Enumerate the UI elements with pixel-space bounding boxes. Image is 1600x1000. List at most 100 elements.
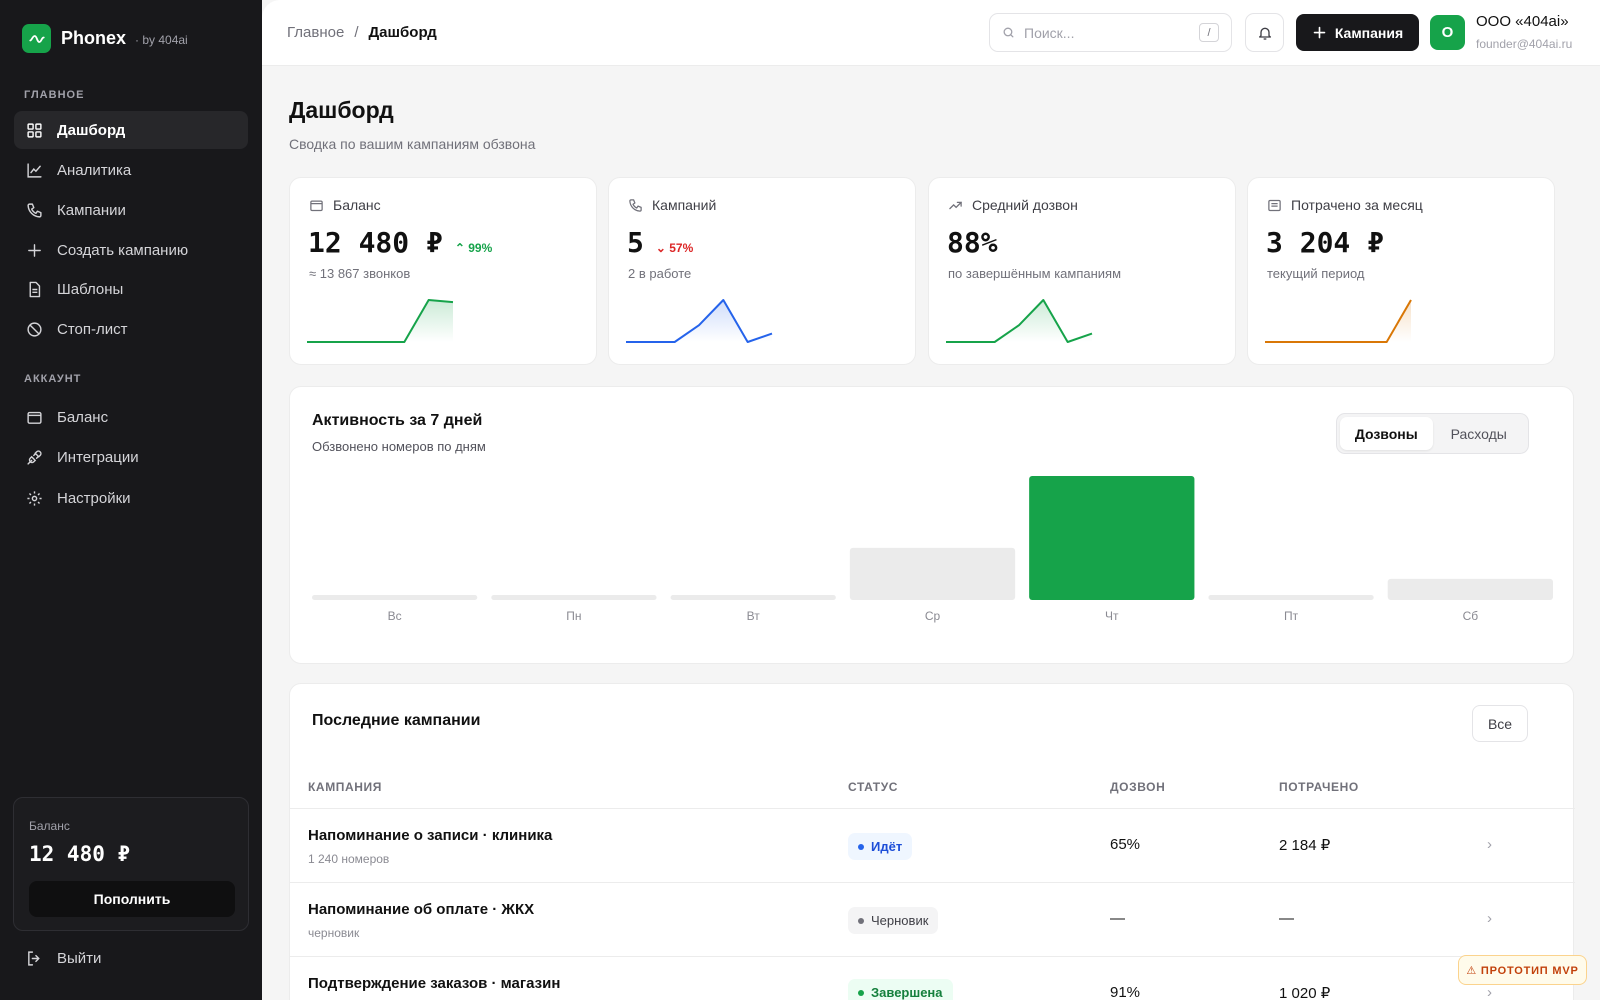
section-label-main: ГЛАВНОЕ xyxy=(24,89,85,101)
chart-bar[interactable] xyxy=(1029,476,1195,600)
chevron-right-icon[interactable]: › xyxy=(1487,836,1492,853)
gear-icon xyxy=(27,490,42,506)
stat-card-value: 5 ⌄ 57% xyxy=(627,226,693,259)
stat-card-balance: Баланс 12 480 ₽ ⌃ 99% ≈ 13 867 звонков xyxy=(289,177,597,365)
stat-card-spent: Потрачено за месяц 3 204 ₽ текущий перио… xyxy=(1247,177,1555,365)
org-email: founder@404ai.ru xyxy=(1476,37,1573,51)
chart-bar[interactable] xyxy=(1387,578,1553,600)
stat-card-note: 2 в работе xyxy=(628,266,692,281)
status-badge: Черновик xyxy=(848,907,939,934)
stat-delta-text: 99% xyxy=(468,241,493,255)
sparkline-spent xyxy=(1265,299,1412,343)
tab-expenses[interactable]: Расходы xyxy=(1433,417,1526,450)
brand-name: Phonex xyxy=(61,28,127,48)
chart-bar[interactable] xyxy=(1208,595,1374,600)
page-subtitle: Сводка по вашим кампаниям обзвона xyxy=(289,136,536,152)
sparkline-area xyxy=(626,300,772,342)
chart-tick-label: Пт xyxy=(1284,609,1299,623)
section-label-account: АККАУНТ xyxy=(24,373,82,385)
add-campaign-button[interactable]: Кампания xyxy=(1296,14,1419,51)
breadcrumb-root[interactable]: Главное xyxy=(287,24,344,41)
chart-bar[interactable] xyxy=(849,547,1016,600)
stat-delta-text: 57% xyxy=(669,241,694,255)
stat-card-value: 12 480 ₽ ⌃ 99% xyxy=(308,226,492,259)
status-badge: Идёт xyxy=(848,833,913,860)
org-name: ООО «404ai» xyxy=(1476,13,1569,30)
campaign-name: Напоминание о записи · клиника xyxy=(308,827,553,844)
sidebar-balance-label: Баланс xyxy=(29,819,70,833)
stat-card-title: Кампаний xyxy=(652,197,717,213)
chart-tick-label: Вс xyxy=(388,609,402,623)
chart-bar[interactable] xyxy=(312,595,478,600)
sidebar-item-settings[interactable]: Настройки xyxy=(14,479,248,517)
stat-card-head: Кампаний xyxy=(628,197,716,213)
status-text: Идёт xyxy=(871,839,903,854)
breadcrumb: Главное / Дашборд xyxy=(287,24,437,41)
table-row[interactable]: Напоминание об оплате · ЖКХ черновик Чер… xyxy=(290,882,1575,956)
page-title: Дашборд xyxy=(289,97,394,123)
sparkline-area xyxy=(1265,300,1411,342)
sidebar-item-templates[interactable]: Шаблоны xyxy=(14,270,248,308)
campaign-rate: — xyxy=(1110,910,1125,927)
plus-icon xyxy=(28,243,41,257)
chart-tick-label: Сб xyxy=(1463,609,1479,623)
campaign-spent: 1 020 ₽ xyxy=(1279,985,1331,1000)
status-badge: Завершена xyxy=(848,979,953,1000)
breadcrumb-separator: / xyxy=(354,24,359,41)
wallet-icon xyxy=(27,411,42,424)
table-row[interactable]: Подтверждение заказов · магазин Завершен… xyxy=(290,956,1575,1000)
sidebar-item-label: Аналитика xyxy=(57,161,132,179)
stat-card-title: Потрачено за месяц xyxy=(1291,197,1423,213)
sidebar-item-balance[interactable]: Баланс xyxy=(14,398,248,436)
sidebar-item-analytics[interactable]: Аналитика xyxy=(14,151,248,189)
sidebar-item-campaigns[interactable]: Кампании xyxy=(14,191,248,229)
activity-title: Активность за 7 дней xyxy=(312,412,483,429)
breadcrumb-current: Дашборд xyxy=(368,24,437,41)
sidebar-item-label: Кампании xyxy=(57,201,126,219)
stat-card-value: 3 204 ₽ xyxy=(1266,226,1384,259)
sparkline-line xyxy=(1265,299,1412,343)
stat-value-text: 88% xyxy=(947,226,998,259)
sidebar-item-stoplist[interactable]: Стоп-лист xyxy=(14,310,248,348)
brand-by: · by 404ai xyxy=(135,33,188,47)
stat-value-text: 5 xyxy=(627,226,644,259)
recent-campaigns-card: Последние кампании Все КАМПАНИЯ СТАТУС Д… xyxy=(289,683,1575,1000)
stat-card-value: 88% xyxy=(947,226,998,259)
search-input[interactable] xyxy=(1024,24,1194,41)
activity-card: Активность за 7 дней Обзвонено номеров п… xyxy=(289,386,1574,664)
stat-card-note: текущий период xyxy=(1267,266,1365,281)
sidebar-item-dashboard[interactable]: Дашборд xyxy=(14,111,248,149)
logout-button[interactable]: Выйти xyxy=(26,950,101,967)
brand[interactable]: Phonex · by 404ai xyxy=(22,24,188,53)
stat-card-head: Баланс xyxy=(309,197,381,213)
notifications-button[interactable] xyxy=(1245,13,1284,52)
chevron-right-icon[interactable]: › xyxy=(1487,984,1492,1000)
campaign-meta: черновик xyxy=(308,926,360,940)
add-campaign-label: Кампания xyxy=(1334,24,1404,41)
search-box[interactable]: / xyxy=(989,13,1232,52)
sparkline-avg-connect xyxy=(946,299,1093,343)
chart-bar[interactable] xyxy=(670,595,836,600)
sidebar-item-create-campaign[interactable]: Создать кампанию xyxy=(14,231,248,269)
chevron-right-icon[interactable]: › xyxy=(1487,910,1492,927)
avatar[interactable]: О xyxy=(1430,15,1465,50)
chart-bar[interactable] xyxy=(491,595,657,600)
tab-calls[interactable]: Дозвоны xyxy=(1340,417,1433,450)
sidebar-item-label: Стоп-лист xyxy=(57,320,128,338)
status-dot xyxy=(858,989,864,996)
campaign-rate: 91% xyxy=(1110,984,1141,1000)
stat-value-text: 3 204 ₽ xyxy=(1266,226,1385,259)
view-all-button[interactable]: Все xyxy=(1472,705,1528,742)
status-dot xyxy=(858,843,864,850)
table-row[interactable]: Напоминание о записи · клиника 1 240 ном… xyxy=(290,808,1575,882)
topup-button[interactable]: Пополнить xyxy=(29,881,235,917)
sidebar-item-label: Дашборд xyxy=(57,121,126,139)
stat-card-note: по завершённым кампаниям xyxy=(948,266,1122,281)
sidebar-item-integrations[interactable]: Интеграции xyxy=(14,438,248,476)
topbar: Главное / Дашборд / Кампания О ООО «404a… xyxy=(262,0,1600,66)
stat-delta-up: ⌃ 99% xyxy=(454,241,493,255)
main-content: Главное / Дашборд / Кампания О ООО «404a… xyxy=(262,0,1600,1000)
search-icon xyxy=(1003,27,1014,38)
logout-icon xyxy=(28,951,40,966)
sidebar-item-label: Шаблоны xyxy=(57,280,124,298)
